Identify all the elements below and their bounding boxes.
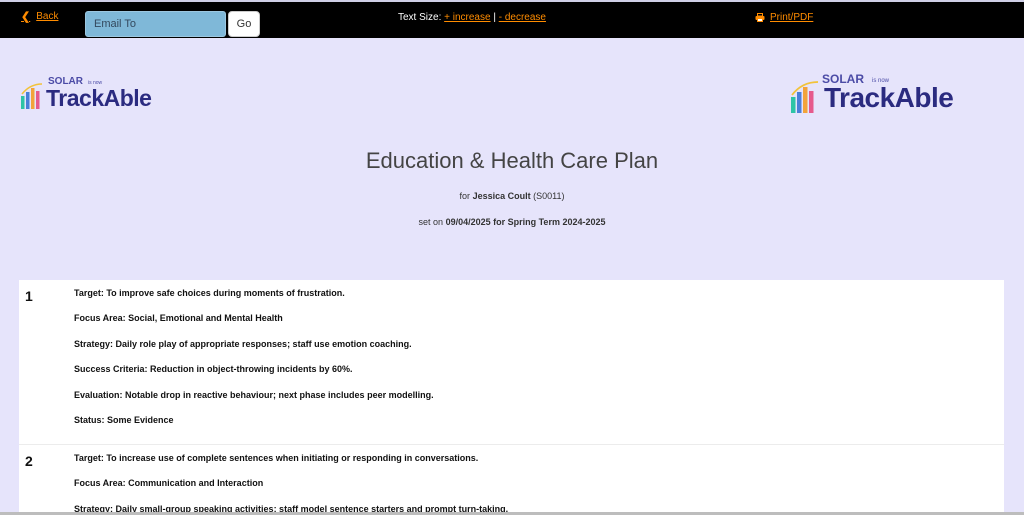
evaluation-text: Evaluation: Notable drop in reactive beh… xyxy=(74,389,434,400)
chevron-left-icon: ❮ xyxy=(21,11,31,23)
strategy-text: Strategy: Daily role play of appropriate… xyxy=(74,338,412,349)
logo-trackable-text: TrackAble xyxy=(46,85,152,111)
student-line: for Jessica Coult (S0011) xyxy=(0,191,1024,201)
set-prefix: set on xyxy=(418,217,444,227)
printer-icon xyxy=(755,13,765,22)
success-criteria-text: Success Criteria: Reduction in object-th… xyxy=(74,364,353,375)
back-label: Back xyxy=(36,11,59,22)
focus-area-text: Focus Area: Communication and Interactio… xyxy=(74,478,264,489)
text-size-separator: | xyxy=(493,12,496,23)
logo-bars-icon xyxy=(791,81,819,113)
student-name: Jessica Coult xyxy=(472,191,531,201)
target-text: Target: To increase use of complete sent… xyxy=(74,453,479,463)
page-title: Education & Health Care Plan xyxy=(365,148,659,173)
logo-trackable-text: TrackAble xyxy=(824,82,954,113)
print-pdf-link[interactable]: Print/PDF xyxy=(755,12,813,23)
top-toolbar: ❮ Back Go Text Size: + increase | - decr… xyxy=(0,0,1024,38)
target-text: Target: To improve safe choices during m… xyxy=(74,288,345,298)
trackable-logo-right: SOLAR is now TrackAble xyxy=(790,72,990,116)
logo-bars-icon xyxy=(21,83,43,109)
target-number: 2 xyxy=(25,453,33,469)
decrease-text-link[interactable]: - decrease xyxy=(499,12,546,23)
target-card: 1 Target: To improve safe choices during… xyxy=(19,280,1004,445)
set-date-line: set on 09/04/2025 for Spring Term 2024-2… xyxy=(0,217,1024,227)
text-size-controls: Text Size: + increase | - decrease xyxy=(398,12,546,23)
status-text: Status: Some Evidence xyxy=(74,414,174,425)
trackable-logo-left: SOLAR is now TrackAble xyxy=(20,76,185,112)
increase-text-link[interactable]: + increase xyxy=(444,12,490,23)
go-button[interactable]: Go xyxy=(228,11,260,37)
for-prefix: for xyxy=(459,191,471,201)
email-to-input[interactable] xyxy=(85,11,226,37)
targets-list: 1 Target: To improve safe choices during… xyxy=(19,280,1004,515)
student-id: (S0011) xyxy=(533,191,565,201)
target-card: 2 Target: To increase use of complete se… xyxy=(19,445,1004,515)
target-number: 1 xyxy=(25,288,33,304)
print-pdf-label: Print/PDF xyxy=(770,12,814,23)
set-info: 09/04/2025 for Spring Term 2024-2025 xyxy=(445,217,606,227)
back-link[interactable]: ❮ Back xyxy=(21,10,58,23)
focus-area-text: Focus Area: Social, Emotional and Mental… xyxy=(74,313,283,324)
text-size-label: Text Size: xyxy=(398,12,442,23)
